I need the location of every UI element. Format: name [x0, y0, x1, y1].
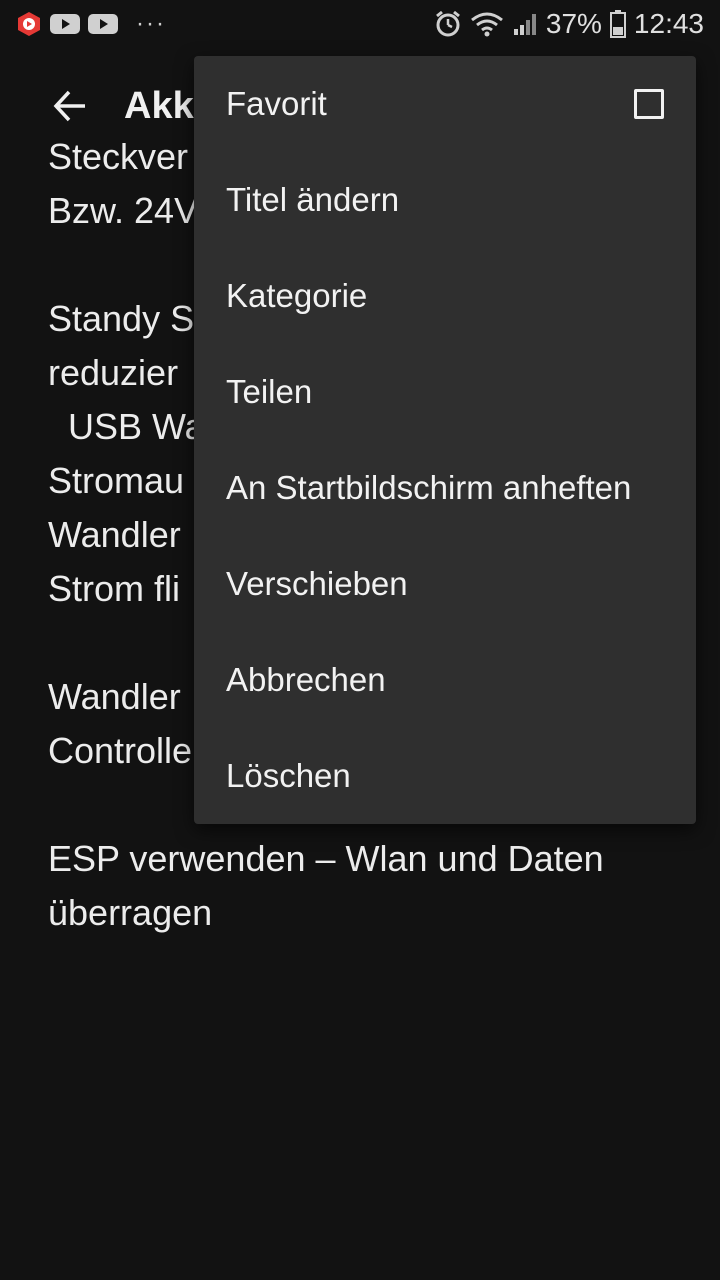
menu-item-share[interactable]: Teilen — [194, 344, 696, 440]
clock: 12:43 — [633, 8, 704, 39]
menu-item-category[interactable]: Kategorie — [194, 248, 696, 344]
menu-item-delete[interactable]: Löschen — [194, 728, 696, 824]
note-line: überragen — [48, 892, 213, 933]
battery-percent: 37% — [545, 8, 602, 39]
notification-icons: ··· — [16, 10, 166, 38]
alarm-icon — [435, 10, 460, 37]
menu-item-move[interactable]: Verschieben — [194, 536, 696, 632]
youtube-icon — [88, 14, 118, 34]
menu-item-label: Favorit — [226, 85, 327, 122]
menu-item-label: Titel ändern — [226, 181, 400, 218]
menu-item-label: Löschen — [226, 757, 351, 794]
menu-item-favorite[interactable]: Favorit — [194, 56, 696, 152]
menu-item-label: Kategorie — [226, 277, 368, 314]
favorite-checkbox[interactable] — [634, 89, 664, 119]
overflow-menu: Favorit Titel ändern Kategorie Teilen An… — [194, 56, 696, 824]
youtube-music-icon — [18, 12, 40, 36]
wifi-icon — [470, 12, 503, 37]
menu-item-label: Teilen — [226, 373, 313, 410]
menu-item-label: An Startbildschirm anheften — [226, 469, 632, 506]
system-icons: 37% 12:43 — [434, 8, 704, 40]
menu-item-label: Verschieben — [226, 565, 408, 602]
more-notifications-icon: ··· — [136, 10, 166, 37]
back-arrow-icon[interactable] — [52, 88, 88, 124]
battery-icon — [609, 10, 626, 38]
status-bar: ··· 37% 12:43 — [0, 0, 720, 48]
menu-item-cancel[interactable]: Abbrechen — [194, 632, 696, 728]
signal-icon — [513, 14, 536, 35]
note-line: ESP verwenden – Wlan und Daten — [48, 838, 604, 879]
youtube-icon — [50, 14, 80, 34]
menu-item-pin-to-home[interactable]: An Startbildschirm anheften — [194, 440, 696, 536]
menu-item-label: Abbrechen — [226, 661, 386, 698]
menu-item-rename[interactable]: Titel ändern — [194, 152, 696, 248]
